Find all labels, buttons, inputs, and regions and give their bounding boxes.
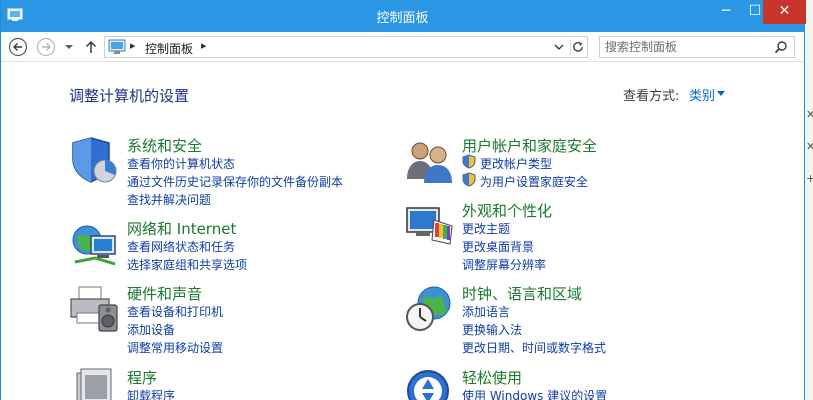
back-button[interactable] <box>8 37 28 57</box>
link-family-safety[interactable]: 为用户设置家庭安全 <box>480 173 588 190</box>
breadcrumb-separator-icon[interactable]: ▸ <box>130 39 136 52</box>
ease-of-access-icon[interactable] <box>404 367 456 400</box>
window-title: 控制面板 <box>376 11 429 26</box>
chevron-down-icon[interactable] <box>717 91 725 97</box>
link-file-history-backup[interactable]: 通过文件历史记录保存你的文件备份副本 <box>127 173 343 190</box>
category-title[interactable]: 网络和 Internet <box>127 218 236 239</box>
category-title[interactable]: 用户帐户和家庭安全 <box>462 135 597 156</box>
background-window-edge <box>806 0 813 400</box>
category-ease-of-access: 轻松使用 使用 Windows 建议的设置 <box>404 367 734 400</box>
monitor-palette-icon[interactable] <box>404 200 456 252</box>
link-homegroup-sharing[interactable]: 选择家庭组和共享选项 <box>127 256 247 273</box>
page-title: 调整计算机的设置 <box>69 87 190 105</box>
search-input[interactable] <box>605 39 765 55</box>
minimize-button[interactable]: ─ <box>711 0 741 24</box>
view-by-label: 查看方式: <box>623 89 680 104</box>
category-hardware-sound: 硬件和声音 查看设备和打印机 添加设备 调整常用移动设置 <box>69 283 399 356</box>
printer-speaker-icon[interactable] <box>69 283 121 335</box>
refresh-icon[interactable] <box>570 39 586 55</box>
category-title[interactable]: 系统和安全 <box>127 135 202 156</box>
category-title[interactable]: 时钟、语言和区域 <box>462 283 582 304</box>
link-uninstall-program[interactable]: 卸载程序 <box>127 387 175 400</box>
category-clock-language-region: 时钟、语言和区域 添加语言 更换输入法 更改日期、时间或数字格式 <box>404 283 734 356</box>
link-change-input-method[interactable]: 更换输入法 <box>462 321 522 338</box>
link-view-computer-status[interactable]: 查看你的计算机状态 <box>127 155 235 172</box>
shield-pie-icon[interactable] <box>69 135 121 187</box>
address-box[interactable]: ▸ 控制面板 ▸ <box>104 36 588 58</box>
view-by-dropdown[interactable]: 类别 <box>689 85 715 104</box>
title-bar[interactable]: 控制面板 ─ ☐ ✕ <box>1 0 806 32</box>
search-icon[interactable] <box>774 40 788 54</box>
search-box[interactable] <box>599 36 795 58</box>
link-mobility-settings[interactable]: 调整常用移动设置 <box>127 339 223 356</box>
category-title[interactable]: 外观和个性化 <box>462 200 552 221</box>
category-title[interactable]: 程序 <box>127 367 157 388</box>
link-desktop-background[interactable]: 更改桌面背景 <box>462 238 534 255</box>
category-appearance: 外观和个性化 更改主题 更改桌面背景 调整屏幕分辨率 <box>404 200 734 273</box>
globe-clock-icon[interactable] <box>404 283 456 335</box>
link-network-status[interactable]: 查看网络状态和任务 <box>127 238 235 255</box>
up-arrow-icon[interactable] <box>82 37 100 57</box>
close-icon: ✕ <box>806 108 813 121</box>
forward-button[interactable] <box>36 37 56 57</box>
recent-locations-icon[interactable] <box>63 37 75 57</box>
link-add-device[interactable]: 添加设备 <box>127 321 175 338</box>
close-button[interactable]: ✕ <box>763 0 806 24</box>
breadcrumb-control-panel[interactable]: 控制面板 <box>145 40 193 57</box>
chevron-down-icon[interactable] <box>551 39 567 55</box>
uac-shield-icon <box>462 154 476 169</box>
uac-shield-icon <box>462 172 476 187</box>
link-change-theme[interactable]: 更改主题 <box>462 220 510 237</box>
category-title[interactable]: 硬件和声音 <box>127 283 202 304</box>
category-network-internet: 网络和 Internet 查看网络状态和任务 选择家庭组和共享选项 <box>69 218 399 273</box>
network-globe-icon[interactable] <box>69 218 121 270</box>
programs-icon[interactable] <box>69 367 121 400</box>
category-system-security: 系统和安全 查看你的计算机状态 通过文件历史记录保存你的文件备份副本 查找并解决… <box>69 135 399 208</box>
link-change-date-time-format[interactable]: 更改日期、时间或数字格式 <box>462 339 606 356</box>
plus-icon: + <box>806 172 813 185</box>
control-panel-location-icon <box>108 39 126 54</box>
navigation-bar: ▸ 控制面板 ▸ <box>1 32 804 62</box>
main-content: 调整计算机的设置 查看方式: 类别 系统和安全 查看你的计算机状态 通过文件历史… <box>1 63 804 400</box>
category-user-accounts: 用户帐户和家庭安全 更改帐户类型 为用户设置家庭安全 <box>404 135 734 195</box>
link-windows-recommended-settings[interactable]: 使用 Windows 建议的设置 <box>462 387 607 400</box>
close-icon: ✕ <box>806 140 813 153</box>
breadcrumb-separator-icon[interactable]: ▸ <box>201 39 207 52</box>
link-screen-resolution[interactable]: 调整屏幕分辨率 <box>462 256 546 273</box>
link-devices-printers[interactable]: 查看设备和打印机 <box>127 303 223 320</box>
link-add-language[interactable]: 添加语言 <box>462 303 510 320</box>
link-change-account-type[interactable]: 更改帐户类型 <box>480 155 552 172</box>
link-troubleshoot[interactable]: 查找并解决问题 <box>127 191 211 208</box>
category-title[interactable]: 轻松使用 <box>462 367 522 388</box>
category-programs: 程序 卸载程序 <box>69 367 399 400</box>
users-icon[interactable] <box>404 135 456 187</box>
control-panel-window: 控制面板 ─ ☐ ✕ ▸ 控制面板 ▸ 搜索控制面板 调整计算机的设置 查看方式… <box>0 0 806 400</box>
